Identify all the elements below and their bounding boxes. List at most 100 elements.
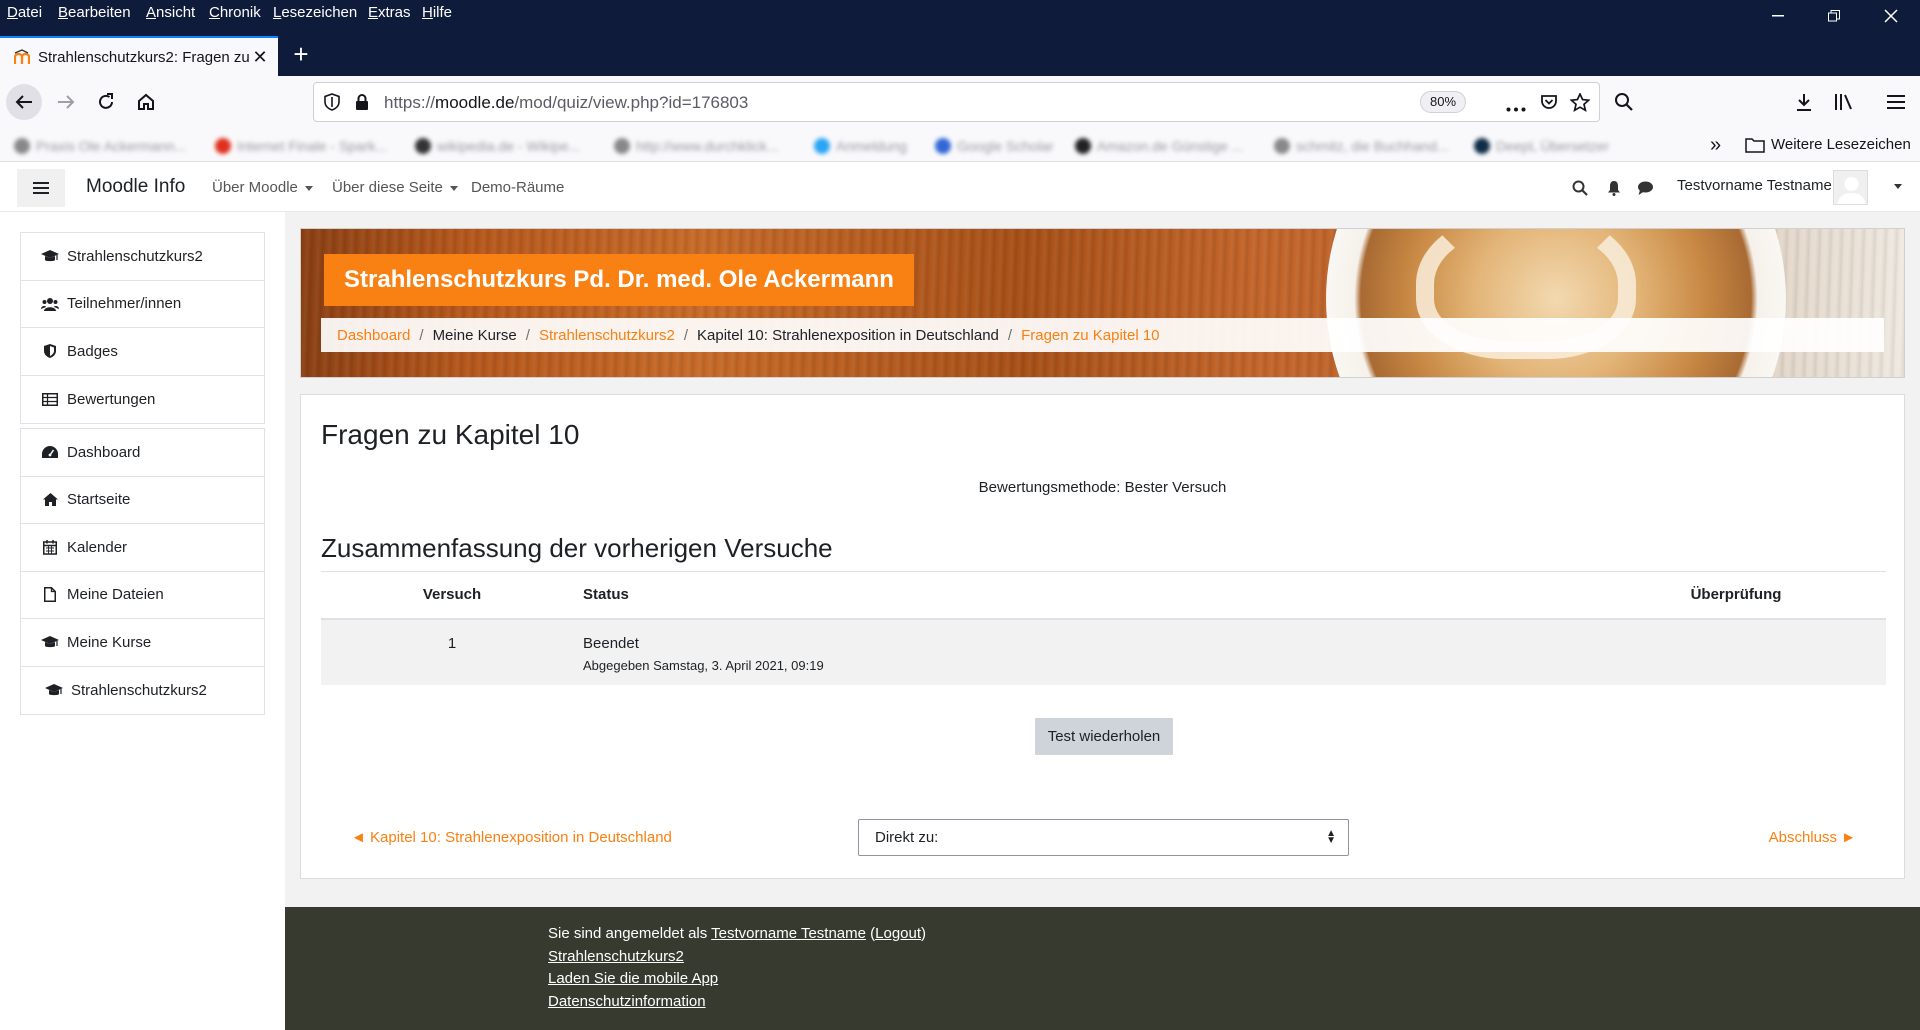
drawer-item-dashboard[interactable]: Dashboard: [21, 429, 264, 477]
drawer-site-group: Dashboard Startseite Kalender Meine Date…: [20, 428, 265, 715]
drawer-item-course-sub[interactable]: Strahlenschutzkurs2: [21, 667, 264, 715]
grading-method: Bewertungsmethode: Bester Versuch: [978, 479, 1227, 496]
column-header-review: Überprüfung: [1586, 571, 1886, 620]
drawer-item-label: Strahlenschutzkurs2: [71, 681, 207, 699]
search-icon[interactable]: [1606, 84, 1642, 120]
footer-course-link[interactable]: Strahlenschutzkurs2: [548, 948, 684, 965]
menu-hilfe[interactable]: Hilfe: [422, 4, 452, 21]
pocket-icon[interactable]: [1540, 93, 1558, 115]
bookmark-item[interactable]: Google Scholar: [935, 136, 1054, 156]
menu-ansicht[interactable]: Ansicht: [146, 4, 195, 21]
minimize-icon[interactable]: [1755, 2, 1801, 30]
menu-ueber-moodle[interactable]: Über Moodle: [212, 179, 313, 196]
download-icon[interactable]: [1786, 84, 1822, 120]
footer-privacy-line: Datenschutzinformation: [548, 993, 706, 1010]
lock-icon[interactable]: [354, 93, 370, 115]
file-icon: [41, 587, 59, 603]
drawer-item-calendar[interactable]: Kalender: [21, 524, 264, 572]
address-bar[interactable]: https://moodle.de/mod/quiz/view.php?id=1…: [313, 82, 1600, 122]
drawer-item-label: Meine Kurse: [67, 633, 152, 651]
bookmark-item[interactable]: DeepL Übersetzer: [1474, 136, 1609, 156]
next-activity-link[interactable]: Abschluss ►: [1769, 829, 1856, 846]
home-icon: [41, 492, 59, 508]
tab-close-icon[interactable]: ✕: [250, 47, 270, 68]
drawer-item-participants[interactable]: Teilnehmer/innen: [21, 281, 264, 328]
library-icon[interactable]: [1826, 84, 1862, 120]
bookmark-item[interactable]: Anmeldung: [814, 136, 907, 156]
bookmarks-toolbar: Praxis Ole Ackermann... Internet Finale …: [0, 128, 1920, 162]
site-name[interactable]: Moodle Info: [86, 176, 185, 198]
new-tab-plus-icon[interactable]: +: [286, 40, 316, 70]
bookmark-item[interactable]: wikipedia.de - Wikipe...: [415, 136, 580, 156]
tab-title: Strahlenschutzkurs2: Fragen zu Kapitel 1…: [38, 48, 250, 66]
bookmark-item[interactable]: Praxis Ole Ackermann...: [14, 136, 186, 156]
cell-review: [1586, 618, 1886, 685]
search-icon[interactable]: [1572, 180, 1588, 200]
logout-link[interactable]: Logout: [875, 925, 921, 942]
drawer-item-label: Meine Dateien: [67, 586, 164, 604]
menu-chronik[interactable]: Chronik: [209, 4, 261, 21]
menu-demo-raeume[interactable]: Demo-Räume: [471, 179, 564, 196]
breadcrumb-quiz[interactable]: Fragen zu Kapitel 10: [1021, 327, 1159, 344]
shield-icon: [41, 343, 59, 359]
menu-datei[interactable]: Datei: [7, 4, 42, 21]
browser-navbar: https://moodle.de/mod/quiz/view.php?id=1…: [0, 76, 1920, 128]
menu-ueber-diese-seite[interactable]: Über diese Seite: [332, 179, 458, 196]
hamburger-menu-icon[interactable]: [1878, 84, 1914, 120]
home-icon[interactable]: [128, 84, 164, 120]
previous-activity-link[interactable]: ◄ Kapitel 10: Strahlenexposition in Deut…: [351, 829, 672, 846]
breadcrumb-course[interactable]: Strahlenschutzkurs2: [539, 327, 675, 344]
browser-tabbar: Strahlenschutzkurs2: Fragen zu Kapitel 1…: [0, 28, 1920, 76]
back-arrow-icon[interactable]: [6, 84, 42, 120]
breadcrumb-dashboard[interactable]: Dashboard: [337, 327, 410, 344]
forward-arrow-icon[interactable]: [48, 84, 84, 120]
bookmarks-overflow-chevron-icon[interactable]: »: [1710, 134, 1721, 157]
drawer-item-home[interactable]: Startseite: [21, 477, 264, 524]
privacy-link[interactable]: Datenschutzinformation: [548, 993, 706, 1010]
column-header-status: Status: [583, 571, 1586, 620]
caret-down-icon: [449, 185, 458, 191]
close-window-icon[interactable]: [1868, 2, 1914, 30]
bookmark-item[interactable]: http://www.durchklick...: [614, 136, 778, 156]
drawer-item-files[interactable]: Meine Dateien: [21, 572, 264, 619]
browser-tab-active[interactable]: Strahlenschutzkurs2: Fragen zu Kapitel 1…: [0, 36, 278, 76]
drawer-item-course[interactable]: Strahlenschutzkurs2: [21, 233, 264, 281]
shield-icon[interactable]: [324, 93, 340, 115]
drawer-item-label: Badges: [67, 342, 118, 360]
bookmark-item[interactable]: Internet Finale - Spark...: [215, 136, 387, 156]
user-menu-name[interactable]: Testvorname Testname: [1677, 177, 1832, 194]
reload-icon[interactable]: [88, 84, 124, 120]
menu-lesezeichen[interactable]: Lesezeichen: [273, 4, 357, 21]
moodle-favicon-icon: [13, 49, 31, 65]
caret-down-icon[interactable]: [1894, 184, 1902, 189]
drawer-item-grades[interactable]: Bewertungen: [21, 376, 264, 424]
bookmark-item[interactable]: schmitz, die Buchhand...: [1274, 136, 1449, 156]
moodle-navbar: Moodle Info Über Moodle Über diese Seite…: [0, 162, 1920, 212]
drawer-item-label: Startseite: [67, 491, 131, 509]
retake-quiz-button[interactable]: Test wiederholen: [1035, 718, 1173, 755]
more-actions-icon[interactable]: [1506, 99, 1526, 116]
bookmark-item[interactable]: Amazon.de Günstige ...: [1075, 136, 1243, 156]
messages-icon[interactable]: [1637, 180, 1654, 200]
menu-bearbeiten[interactable]: Bearbeiten: [58, 4, 131, 21]
zoom-level-badge[interactable]: 80%: [1420, 91, 1466, 113]
avatar[interactable]: [1833, 170, 1868, 205]
breadcrumb-separator: /: [525, 326, 530, 344]
footer-user-link[interactable]: Testvorname Testname: [711, 925, 866, 942]
menu-extras[interactable]: Extras: [368, 4, 411, 21]
drawer-item-badges[interactable]: Badges: [21, 328, 264, 376]
drawer-item-my-courses[interactable]: Meine Kurse: [21, 619, 264, 667]
mobile-app-link[interactable]: Laden Sie die mobile App: [548, 970, 718, 987]
other-bookmarks-folder[interactable]: Weitere Lesezeichen: [1745, 136, 1911, 153]
graduation-cap-icon: [41, 248, 59, 264]
url-text[interactable]: https://moodle.de/mod/quiz/view.php?id=1…: [384, 93, 748, 113]
main-content-card: Fragen zu Kapitel 10 Bewertungsmethode: …: [300, 394, 1905, 879]
jump-to-select[interactable]: Direkt zu: ▲ ▼: [858, 819, 1349, 856]
bookmark-star-icon[interactable]: [1569, 91, 1591, 116]
tachometer-icon: [41, 444, 59, 460]
cell-status: Beendet Abgegeben Samstag, 3. April 2021…: [583, 618, 1586, 685]
restore-icon[interactable]: [1811, 2, 1857, 30]
bell-icon[interactable]: [1607, 180, 1621, 200]
drawer-toggle-button[interactable]: [17, 169, 65, 207]
logininfo: Sie sind angemeldet als Testvorname Test…: [548, 925, 927, 942]
